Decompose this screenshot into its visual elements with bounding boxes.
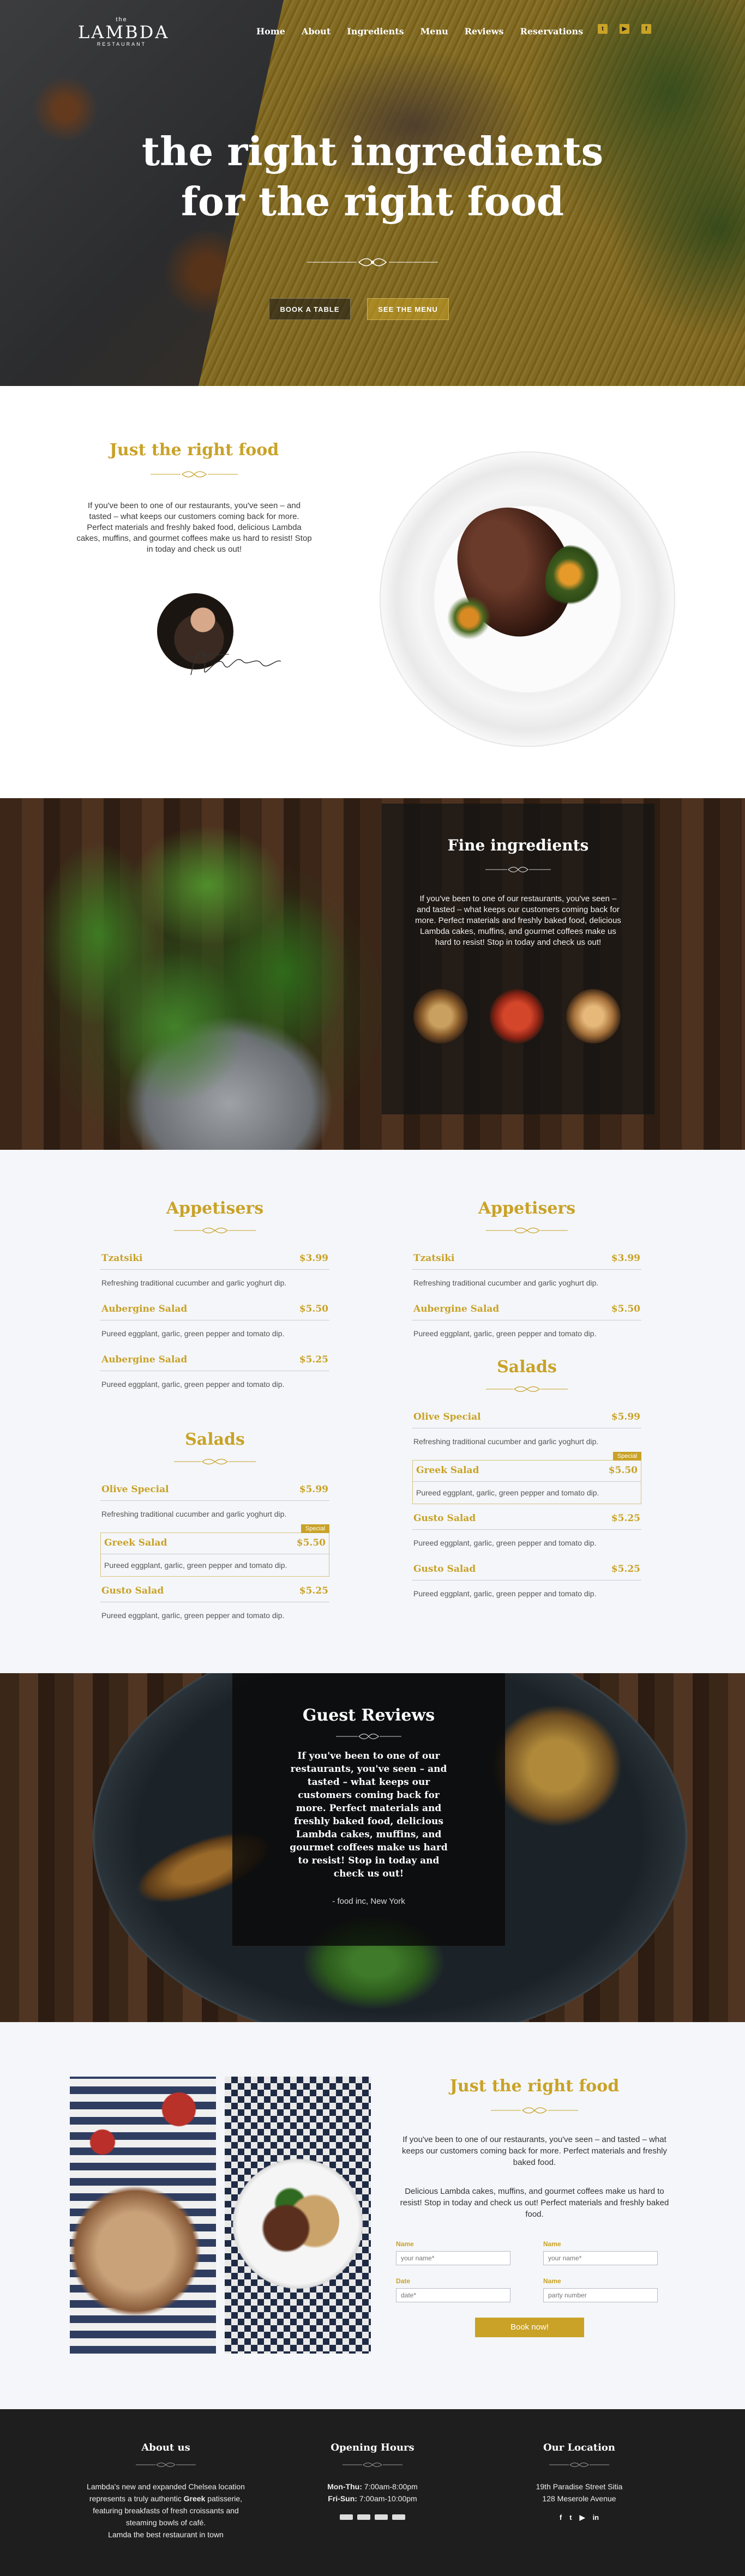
ornament-icon bbox=[151, 471, 238, 478]
nav-home[interactable]: Home bbox=[256, 26, 285, 37]
logo[interactable]: the LAMBDA RESTAURANT bbox=[78, 16, 167, 47]
spice-bowl-3 bbox=[566, 989, 621, 1043]
menu-item[interactable]: Olive Special $5.99 Refreshing traditiona… bbox=[412, 1409, 641, 1453]
ornament-icon bbox=[549, 2463, 609, 2467]
book-now-button[interactable]: Book now! bbox=[475, 2318, 584, 2337]
ornament-icon bbox=[486, 1227, 568, 1234]
top-nav: the LAMBDA RESTAURANT Home About Ingredi… bbox=[0, 0, 745, 60]
menu-item[interactable]: Tzatsiki $3.99 Refreshing traditional cuc… bbox=[100, 1251, 329, 1295]
section-title: Appetisers bbox=[478, 1199, 576, 1218]
nav-reservations[interactable]: Reservations bbox=[520, 26, 584, 37]
dessert-photo bbox=[70, 2077, 216, 2354]
section-title: Just the right food bbox=[449, 2077, 620, 2096]
section-title: Appetisers bbox=[166, 1199, 264, 1218]
section-title: Guest Reviews bbox=[302, 1706, 435, 1725]
ornament-icon bbox=[174, 1227, 256, 1234]
reservation-text-2: Delicious Lambda cakes, muffins, and gou… bbox=[400, 2187, 669, 2219]
menu-item[interactable]: Aubergine Salad $5.50 Pureed eggplant, ga… bbox=[412, 1301, 641, 1346]
name-field[interactable] bbox=[396, 2251, 510, 2265]
section-title: Just the right food bbox=[109, 441, 279, 460]
twitter-icon[interactable]: t bbox=[569, 2513, 572, 2522]
special-badge: Special bbox=[301, 1524, 329, 1533]
footer: About us Lambda's new and expanded Chels… bbox=[0, 2409, 745, 2576]
section-title: Salads bbox=[185, 1430, 245, 1449]
spice-bowl-2 bbox=[490, 989, 544, 1043]
ornament-icon bbox=[136, 2463, 196, 2467]
date-field[interactable] bbox=[396, 2288, 510, 2302]
menu-item[interactable]: Gusto Salad $5.25 Pureed eggplant, garlic… bbox=[100, 1583, 329, 1627]
youtube-icon[interactable]: ▶ bbox=[620, 24, 629, 34]
footer-location: Our Location 19th Paradise Street Sitia … bbox=[497, 2442, 661, 2522]
menu-item[interactable]: Gusto Salad $5.25 Pureed eggplant, garlic… bbox=[412, 1511, 641, 1555]
footer-bullets bbox=[291, 2514, 454, 2520]
ingredients-panel: Fine ingredients If you've been to one o… bbox=[382, 804, 654, 1114]
ornament-icon bbox=[307, 258, 438, 267]
see-menu-button[interactable]: SEE THE MENU bbox=[367, 298, 449, 320]
twitter-icon[interactable]: t bbox=[598, 24, 608, 34]
main-menu: Home About Ingredients Menu Reviews Rese… bbox=[256, 26, 583, 37]
facebook-icon[interactable]: f bbox=[560, 2513, 562, 2522]
nav-about[interactable]: About bbox=[302, 26, 331, 37]
ornament-icon bbox=[485, 866, 551, 873]
review-quote: If you've been to one of our restaurants… bbox=[290, 1751, 448, 1879]
review-panel: Guest Reviews If you've been to one of o… bbox=[232, 1673, 505, 1946]
nav-reviews[interactable]: Reviews bbox=[465, 26, 504, 37]
social-links: t ▶ f bbox=[598, 24, 651, 34]
menu-column-right: Appetisers Tzatsiki $3.99 Refreshing trad… bbox=[412, 1199, 641, 1612]
ornament-icon bbox=[491, 2107, 578, 2114]
ingredients-section: Fine ingredients If you've been to one o… bbox=[0, 798, 745, 1150]
hero-buttons: BOOK A TABLE SEE THE MENU bbox=[269, 298, 449, 320]
book-table-button[interactable]: BOOK A TABLE bbox=[269, 298, 351, 320]
about-section: Just the right food If you've been to on… bbox=[0, 386, 745, 798]
youtube-icon[interactable]: ▶ bbox=[580, 2513, 585, 2522]
menu-item-special[interactable]: Special Greek Salad $5.50 Pureed eggplant… bbox=[412, 1452, 641, 1504]
facebook-icon[interactable]: f bbox=[641, 24, 651, 34]
ornament-icon bbox=[343, 2463, 402, 2467]
hero-section: the LAMBDA RESTAURANT Home About Ingredi… bbox=[0, 0, 745, 386]
dish-photo bbox=[225, 2077, 371, 2354]
reservation-section: Just the right food If you've been to on… bbox=[0, 2022, 745, 2409]
menu-column-left: Appetisers Tzatsiki $3.99 Refreshing trad… bbox=[100, 1199, 329, 1634]
menu-item[interactable]: Gusto Salad $5.25 Pureed eggplant, garlic… bbox=[412, 1561, 641, 1606]
special-badge: Special bbox=[612, 1452, 641, 1461]
ornament-icon bbox=[336, 1733, 401, 1740]
basil-photo bbox=[0, 798, 414, 1150]
spice-bowl-1 bbox=[413, 989, 468, 1043]
footer-social: f t ▶ in bbox=[497, 2513, 661, 2522]
menu-item[interactable]: Olive Special $5.99 Refreshing traditiona… bbox=[100, 1482, 329, 1526]
menu-item[interactable]: Aubergine Salad $5.50 Pureed eggplant, ga… bbox=[100, 1301, 329, 1346]
ornament-icon bbox=[486, 1386, 568, 1392]
linkedin-icon[interactable]: in bbox=[593, 2513, 599, 2522]
menu-item[interactable]: Aubergine Salad $5.25 Pureed eggplant, ga… bbox=[100, 1352, 329, 1396]
nav-menu[interactable]: Menu bbox=[420, 26, 448, 37]
section-title: Fine ingredients bbox=[447, 836, 589, 854]
review-author: - food inc, New York bbox=[332, 1897, 405, 1906]
signature-image bbox=[185, 651, 281, 675]
menu-item-special[interactable]: Special Greek Salad $5.50 Pureed eggplant… bbox=[100, 1524, 329, 1577]
menu-section: Appetisers Tzatsiki $3.99 Refreshing trad… bbox=[0, 1150, 745, 1673]
section-title: Salads bbox=[497, 1358, 557, 1377]
name-field-2[interactable] bbox=[543, 2251, 658, 2265]
about-text: If you've been to one of our restaurants… bbox=[76, 501, 312, 554]
reservation-text: If you've been to one of our restaurants… bbox=[401, 2135, 668, 2167]
footer-about: About us Lambda's new and expanded Chels… bbox=[87, 2442, 245, 2539]
hero-title: the right ingredients for the right food bbox=[141, 128, 604, 225]
ingredients-text: If you've been to one of our restaurants… bbox=[415, 894, 621, 947]
nav-ingredients[interactable]: Ingredients bbox=[347, 26, 404, 37]
menu-item[interactable]: Tzatsiki $3.99 Refreshing traditional cuc… bbox=[412, 1251, 641, 1295]
ornament-icon bbox=[174, 1458, 256, 1465]
reviews-section: Guest Reviews If you've been to one of o… bbox=[0, 1673, 745, 2022]
footer-hours: Opening Hours Mon-Thu: 7:00am-8:00pm Fri… bbox=[291, 2442, 454, 2520]
party-number-field[interactable] bbox=[543, 2288, 658, 2302]
